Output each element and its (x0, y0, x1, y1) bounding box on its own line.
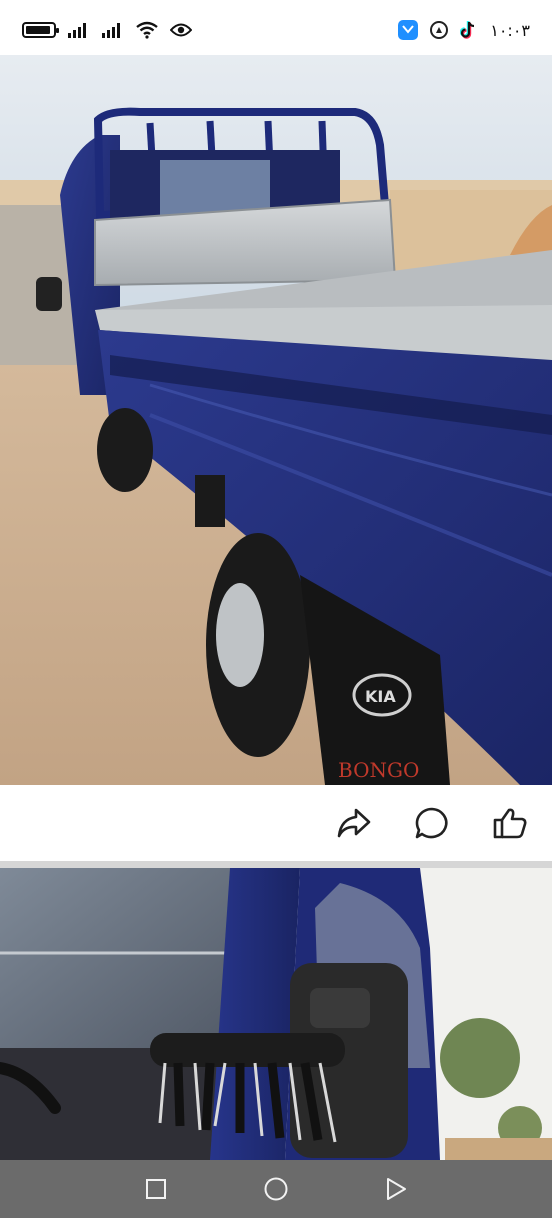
share-icon (337, 808, 371, 838)
back-icon (387, 1178, 406, 1200)
circle-app-icon (430, 21, 449, 39)
eye-icon (170, 23, 192, 37)
signal-icon-2 (102, 22, 124, 38)
app-icon (398, 20, 419, 40)
status-right: ١٠:٠٣ (398, 20, 530, 40)
back-button[interactable] (382, 1175, 410, 1203)
recent-apps-icon (146, 1179, 166, 1199)
home-button[interactable] (262, 1175, 290, 1203)
signal-icon (68, 22, 90, 38)
post-photo-cab[interactable] (0, 868, 552, 1160)
post-photo-truck[interactable]: KIA BONGO (0, 55, 552, 785)
status-bar: ١٠:٠٣ (0, 0, 552, 60)
system-nav-bar (0, 1160, 552, 1218)
status-left (22, 21, 192, 39)
home-icon (264, 1177, 288, 1201)
comment-button[interactable] (412, 803, 452, 843)
share-button[interactable] (334, 803, 374, 843)
post-divider (0, 861, 552, 868)
recent-apps-button[interactable] (142, 1175, 170, 1203)
truck-cab-illustration (0, 868, 552, 1160)
wifi-icon (136, 21, 158, 39)
like-icon (493, 808, 527, 839)
tiktok-icon (460, 21, 475, 39)
comment-icon (415, 807, 448, 839)
status-time: ١٠:٠٣ (490, 20, 530, 40)
post-actions (0, 785, 552, 861)
truck-side-illustration: KIA BONGO (0, 55, 552, 785)
bongo-logo-text: BONGO (338, 758, 419, 782)
kia-logo-text: KIA (365, 687, 396, 706)
battery-icon (22, 22, 59, 38)
like-button[interactable] (490, 803, 530, 843)
